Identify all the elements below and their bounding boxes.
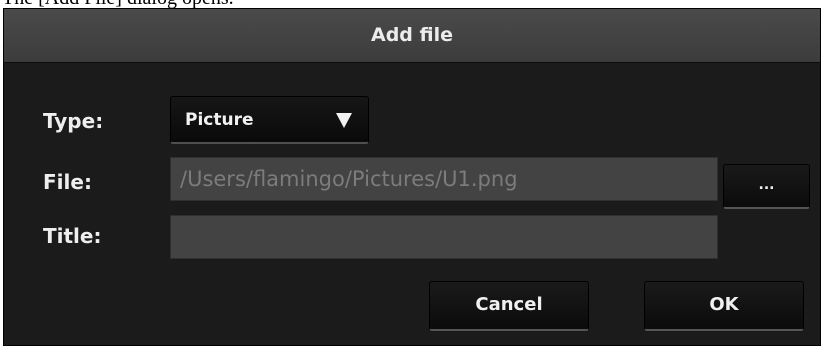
title-label: Title:	[43, 224, 102, 248]
add-file-dialog: Add file Type: Picture File: ... Title: …	[3, 8, 821, 346]
type-select[interactable]: Picture	[170, 96, 369, 144]
title-input[interactable]	[170, 215, 718, 259]
browse-button[interactable]: ...	[723, 164, 810, 209]
caption-text: The [Add File] dialog opens.	[2, 0, 234, 8]
file-label: File:	[43, 170, 92, 194]
dialog-title: Add file	[4, 9, 820, 63]
chevron-down-icon	[336, 113, 352, 128]
ok-button[interactable]: OK	[644, 281, 804, 331]
type-select-value: Picture	[185, 110, 254, 130]
cancel-button[interactable]: Cancel	[429, 281, 589, 331]
file-path-input[interactable]	[170, 157, 718, 201]
type-label: Type:	[43, 109, 104, 133]
